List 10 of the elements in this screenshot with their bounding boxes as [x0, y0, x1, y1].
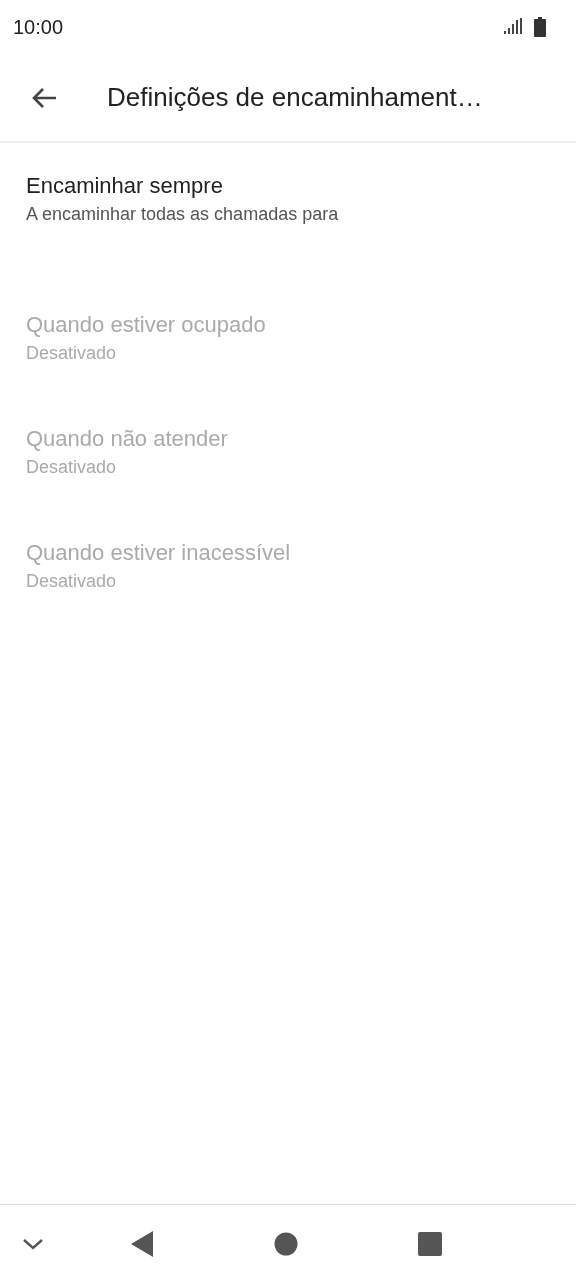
- setting-item[interactable]: Encaminhar sempre A encaminhar todas as chamadas para: [0, 143, 576, 282]
- signal-icon: [502, 18, 524, 36]
- recents-icon[interactable]: [418, 1231, 442, 1256]
- back-arrow-icon[interactable]: [31, 86, 57, 109]
- back-icon[interactable]: [130, 1229, 154, 1258]
- screen-title: Definições de encaminhament…: [107, 82, 483, 113]
- status-time: 10:00: [13, 15, 64, 39]
- battery-icon: [534, 17, 546, 37]
- home-icon[interactable]: [274, 1231, 298, 1256]
- chevron-down-icon[interactable]: [22, 1236, 44, 1251]
